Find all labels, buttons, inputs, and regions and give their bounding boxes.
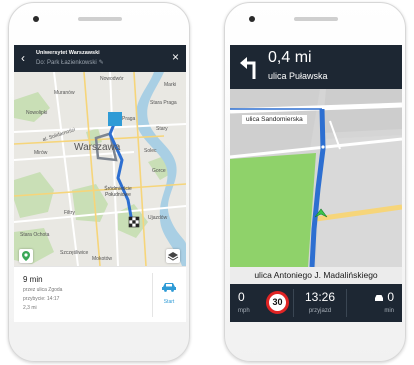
route-duration: 9 min	[23, 275, 43, 284]
remaining-time: 0	[374, 290, 394, 304]
speed-limit-sign: 30	[266, 291, 289, 314]
map-label-nowolipki: Nowolipki	[26, 110, 48, 116]
maneuver-street: ulica Puławska	[268, 71, 328, 81]
map-label-praga: Praga	[122, 116, 136, 122]
map-label-ujazdow: Ujazdów	[148, 215, 168, 221]
phone-left: ‹ Uniwersytet Warszawski Do: Park Łazien…	[8, 2, 190, 362]
current-speed: 0	[238, 290, 245, 304]
map-label-murano: Muranów	[54, 90, 75, 96]
start-button[interactable]: Start	[155, 279, 183, 305]
route-distance: 2,3 mi	[23, 305, 37, 311]
speed-unit: mph	[238, 308, 250, 314]
route-map[interactable]: Nowodwór Marki Muranów Stara Praga Nowol…	[14, 71, 186, 267]
close-icon[interactable]: ×	[172, 50, 179, 64]
speaker-grille	[78, 17, 122, 21]
destination-text: Do: Park Łazienkowski	[36, 60, 97, 66]
remaining-unit: min	[384, 308, 394, 314]
eta-time: 13:26	[304, 290, 336, 304]
phone-right: 0,4 mi ulica Puławska ulica Sandomierska…	[224, 2, 406, 362]
maneuver-distance: 0,4 mi	[268, 49, 312, 66]
route-header: ‹ Uniwersytet Warszawski Do: Park Łazien…	[14, 45, 186, 72]
location-pin-icon[interactable]	[19, 249, 33, 263]
remaining-value: 0	[387, 290, 394, 304]
start-label: Start	[163, 299, 175, 305]
map-label-stary: Stary	[156, 126, 168, 132]
divider	[346, 289, 347, 317]
map-label-stara-ochota: Stara Ochota	[20, 232, 50, 238]
turn-left-arrow-icon	[240, 57, 256, 79]
layers-icon[interactable]	[166, 249, 180, 263]
eta-label: przyjazd	[308, 308, 332, 314]
arrow-left-icon[interactable]: ‹	[21, 51, 25, 65]
map-label-szczesliwice: Szczęśliwice	[60, 250, 89, 256]
car-icon	[375, 294, 384, 301]
map-label-marki: Marki	[164, 82, 177, 88]
maneuver-header: 0,4 mi ulica Puławska	[230, 45, 402, 89]
map-label-mokotow: Mokotów	[92, 256, 113, 262]
map-label-solec: Solec	[144, 148, 157, 154]
route-arrival: przybycie: 14:17	[23, 296, 60, 302]
pencil-icon[interactable]: ✎	[99, 60, 104, 66]
map-label-gorce: Gorce	[152, 168, 166, 174]
map-label-city: Warszawa	[74, 142, 121, 153]
map-label-mirow: Mirów	[34, 150, 48, 156]
map-label-filtry: Filtry	[64, 210, 75, 216]
destination-label[interactable]: Do: Park Łazienkowski ✎	[36, 59, 104, 66]
navigation-map[interactable]: ulica Sandomierska	[230, 89, 402, 268]
camera	[249, 16, 255, 22]
route-via: przez ulica Zgoda	[23, 287, 63, 293]
route-overview-screen: ‹ Uniwersytet Warszawski Do: Park Łazien…	[14, 45, 186, 322]
map-label-stara-praga: Stara Praga	[150, 100, 177, 106]
divider	[152, 273, 153, 317]
route-summary-panel[interactable]: 9 min przez ulica Zgoda przybycie: 14:17…	[14, 266, 186, 322]
camera	[33, 16, 39, 22]
navigation-screen: 0,4 mi ulica Puławska ulica Sandomierska…	[230, 45, 402, 322]
car-icon	[162, 283, 176, 292]
origin-label: Uniwersytet Warszawski	[36, 50, 100, 56]
side-street-label: ulica Sandomierska	[242, 115, 307, 124]
map-label-srodmiescie: Śródmieście Południowe	[104, 186, 132, 198]
current-street: ulica Antoniego J. Madalińskiego	[230, 267, 402, 284]
speaker-grille	[294, 17, 338, 21]
trip-info-bar: 0 mph 30 13:26 przyjazd 0 min	[230, 284, 402, 322]
map-label-nowodwor: Nowodwór	[100, 76, 124, 82]
